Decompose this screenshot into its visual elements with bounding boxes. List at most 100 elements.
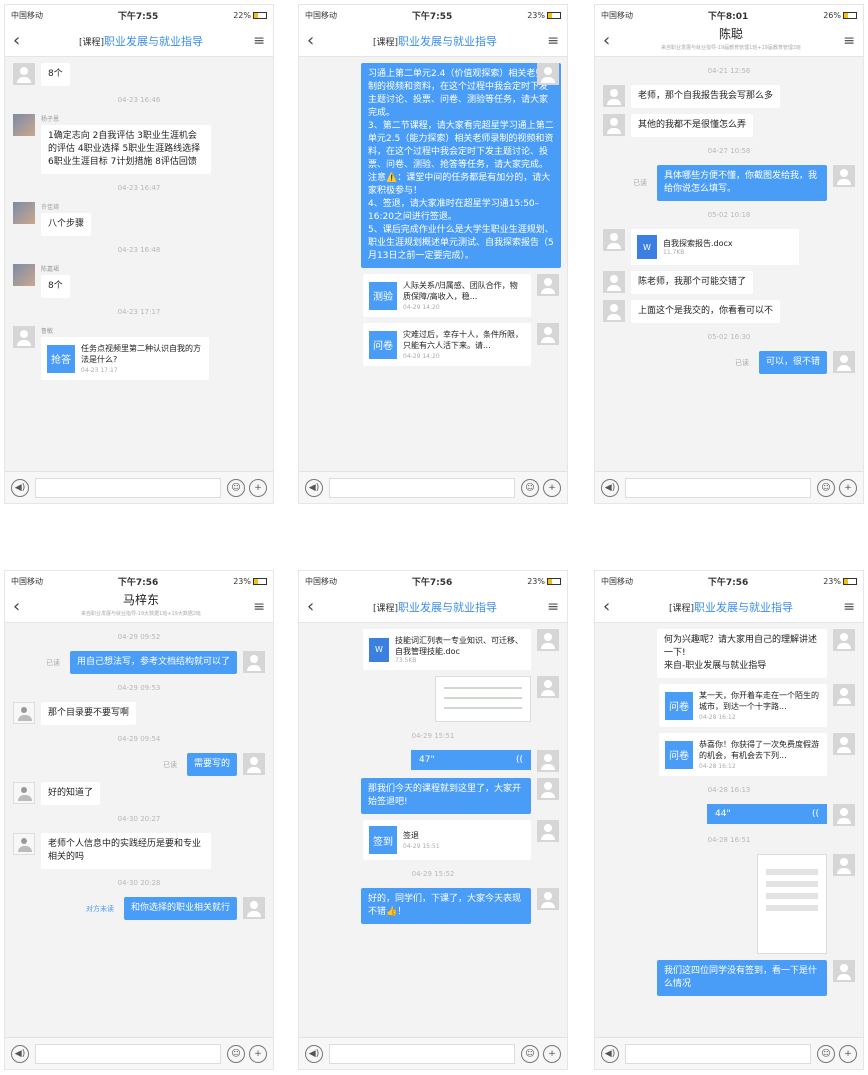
task-card[interactable]: 问卷 某一天，你开着车走在一个陌生的城市，到达一个十字路... 04-28 16:1…	[659, 684, 827, 727]
plus-icon[interactable]: +	[249, 1044, 267, 1063]
emoji-icon[interactable]: ☺	[521, 1044, 539, 1063]
avatar[interactable]	[13, 326, 35, 348]
plus-icon[interactable]: +	[839, 478, 857, 497]
task-card[interactable]: 签到 签退 04-29 15:51	[363, 820, 531, 860]
avatar[interactable]	[833, 351, 855, 373]
avatar[interactable]	[603, 85, 625, 107]
avatar[interactable]	[13, 702, 35, 724]
file-attachment[interactable]: W 技能词汇列表一专业知识、可迁移、自我管理技能.doc 73.5KB	[363, 629, 531, 670]
message-bubble[interactable]: 老师个人信息中的实践经历是要和专业相关的吗	[41, 833, 211, 869]
emoji-icon[interactable]: ☺	[521, 478, 539, 497]
avatar[interactable]	[13, 782, 35, 804]
task-card[interactable]: 测验 人际关系/归属感、团队合作，物质保障/高收入，稳... 04-29 14:20	[363, 274, 531, 317]
avatar[interactable]	[13, 63, 35, 85]
image-message[interactable]	[435, 676, 531, 722]
message-bubble[interactable]: 我们这四位同学没有签到，看一下是什么情况	[657, 960, 827, 996]
avatar[interactable]	[537, 888, 559, 910]
avatar[interactable]	[833, 960, 855, 982]
avatar[interactable]	[833, 804, 855, 826]
message-bubble[interactable]: 需要写的	[186, 753, 237, 776]
message-input[interactable]	[35, 477, 221, 498]
avatar[interactable]	[537, 629, 559, 651]
avatar[interactable]	[13, 114, 35, 136]
message-bubble[interactable]: 何为兴趣呢？请大家用自己的理解讲述一下! 来自-职业发展与就业指导	[657, 629, 827, 678]
message-bubble[interactable]: 用自己想法写，参考文档结构就可以了	[69, 651, 237, 674]
message-bubble[interactable]: 其他的我都不是很懂怎么弄	[631, 114, 754, 137]
chat-area[interactable]: 习通上第二单元2.4（价值观探索）相关老师录制的视频和资料，在这个过程中我会定时…	[299, 57, 567, 471]
message-bubble[interactable]: 好的知道了	[41, 782, 101, 805]
avatar[interactable]	[537, 323, 559, 345]
avatar[interactable]	[243, 651, 265, 673]
message-input[interactable]	[625, 477, 811, 498]
avatar[interactable]	[537, 778, 559, 800]
task-card[interactable]: 问卷 灾难过后，幸存十人，条件所限，只能有六人活下来。请... 04-29 14:2…	[363, 323, 531, 366]
plus-icon[interactable]: +	[839, 1044, 857, 1063]
message-bubble[interactable]: 上面这个是我交的，你看看可以不	[631, 300, 781, 323]
back-icon[interactable]: ‹	[307, 596, 327, 617]
task-card[interactable]: 抢答 任务点视频里第二种认识自我的方法是什么? 04-23 17:17	[41, 337, 209, 380]
voice-input-icon[interactable]: ◀)	[305, 1044, 323, 1063]
back-icon[interactable]: ‹	[603, 30, 623, 51]
avatar[interactable]	[833, 733, 855, 755]
image-message[interactable]	[757, 854, 827, 954]
chat-area[interactable]: W 技能词汇列表一专业知识、可迁移、自我管理技能.doc 73.5KB 04-29 1…	[299, 623, 567, 1037]
back-icon[interactable]: ‹	[13, 30, 33, 51]
menu-icon[interactable]: ≡	[543, 33, 559, 49]
avatar[interactable]	[537, 750, 559, 772]
avatar[interactable]	[243, 897, 265, 919]
plus-icon[interactable]: +	[543, 1044, 561, 1063]
voice-message[interactable]: 47" ((	[411, 750, 531, 770]
emoji-icon[interactable]: ☺	[227, 478, 245, 497]
message-bubble[interactable]: 老师，那个自我报告我会写那么多	[631, 85, 781, 108]
avatar[interactable]	[833, 854, 855, 876]
back-icon[interactable]: ‹	[307, 30, 327, 51]
message-bubble[interactable]: 具体哪些方便不懂，你截图发给我，我给你说怎么填写。	[657, 165, 827, 201]
message-bubble[interactable]: 陈老师，我那个可能交错了	[631, 271, 754, 294]
avatar[interactable]	[603, 114, 625, 136]
task-card[interactable]: 问卷 恭喜你！你获得了一次免费度假游的机会，有机会去下列... 04-28 16:1…	[659, 733, 827, 776]
avatar[interactable]	[603, 300, 625, 322]
avatar[interactable]	[537, 820, 559, 842]
message-bubble[interactable]: 可以，很不错	[758, 351, 827, 374]
message-bubble[interactable]: 八个步骤	[41, 213, 92, 236]
back-icon[interactable]: ‹	[603, 596, 623, 617]
plus-icon[interactable]: +	[543, 478, 561, 497]
menu-icon[interactable]: ≡	[249, 599, 265, 615]
avatar[interactable]	[13, 202, 35, 224]
voice-input-icon[interactable]: ◀)	[11, 1044, 29, 1063]
avatar[interactable]	[833, 165, 855, 187]
avatar[interactable]	[603, 271, 625, 293]
message-input[interactable]	[329, 1043, 515, 1064]
menu-icon[interactable]: ≡	[839, 33, 855, 49]
message-bubble[interactable]: 那我们今天的课程就到这里了，大家开始签退吧!	[361, 778, 531, 814]
plus-icon[interactable]: +	[249, 478, 267, 497]
chat-area[interactable]: 何为兴趣呢？请大家用自己的理解讲述一下! 来自-职业发展与就业指导问卷 某一天，你…	[595, 623, 863, 1037]
avatar[interactable]	[537, 676, 559, 698]
avatar[interactable]	[537, 274, 559, 296]
avatar[interactable]	[537, 63, 559, 85]
menu-icon[interactable]: ≡	[249, 33, 265, 49]
message-bubble[interactable]: 和你选择的职业相关就行	[123, 897, 237, 920]
emoji-icon[interactable]: ☺	[817, 478, 835, 497]
message-bubble[interactable]: 1确定志向 2自我评估 3职业生涯机会的评估 4职业选择 5职业生涯路线选择 6…	[41, 125, 211, 174]
message-bubble[interactable]: 8个	[41, 63, 70, 86]
message-input[interactable]	[625, 1043, 811, 1064]
voice-message[interactable]: 44" ((	[707, 804, 827, 824]
avatar[interactable]	[603, 229, 625, 251]
menu-icon[interactable]: ≡	[839, 599, 855, 615]
avatar[interactable]	[13, 264, 35, 286]
voice-input-icon[interactable]: ◀)	[601, 1044, 619, 1063]
chat-area[interactable]: 8个 04-23 16:46 杨子恩 1确定志向 2自我评估 3职业生涯机会的评估 4…	[5, 57, 273, 471]
emoji-icon[interactable]: ☺	[227, 1044, 245, 1063]
message-bubble[interactable]: 好的，同学们，下课了，大家今天表现不错👍！	[361, 888, 531, 924]
menu-icon[interactable]: ≡	[543, 599, 559, 615]
message-input[interactable]	[329, 477, 515, 498]
avatar[interactable]	[243, 753, 265, 775]
avatar[interactable]	[833, 629, 855, 651]
avatar[interactable]	[13, 833, 35, 855]
emoji-icon[interactable]: ☺	[817, 1044, 835, 1063]
chat-area[interactable]: 04-29 09:52 已读 用自己想法写，参考文档结构就可以了 04-29 09:5…	[5, 623, 273, 1037]
message-bubble[interactable]: 那个目录要不要写啊	[41, 702, 137, 725]
message-input[interactable]	[35, 1043, 221, 1064]
back-icon[interactable]: ‹	[13, 596, 33, 617]
